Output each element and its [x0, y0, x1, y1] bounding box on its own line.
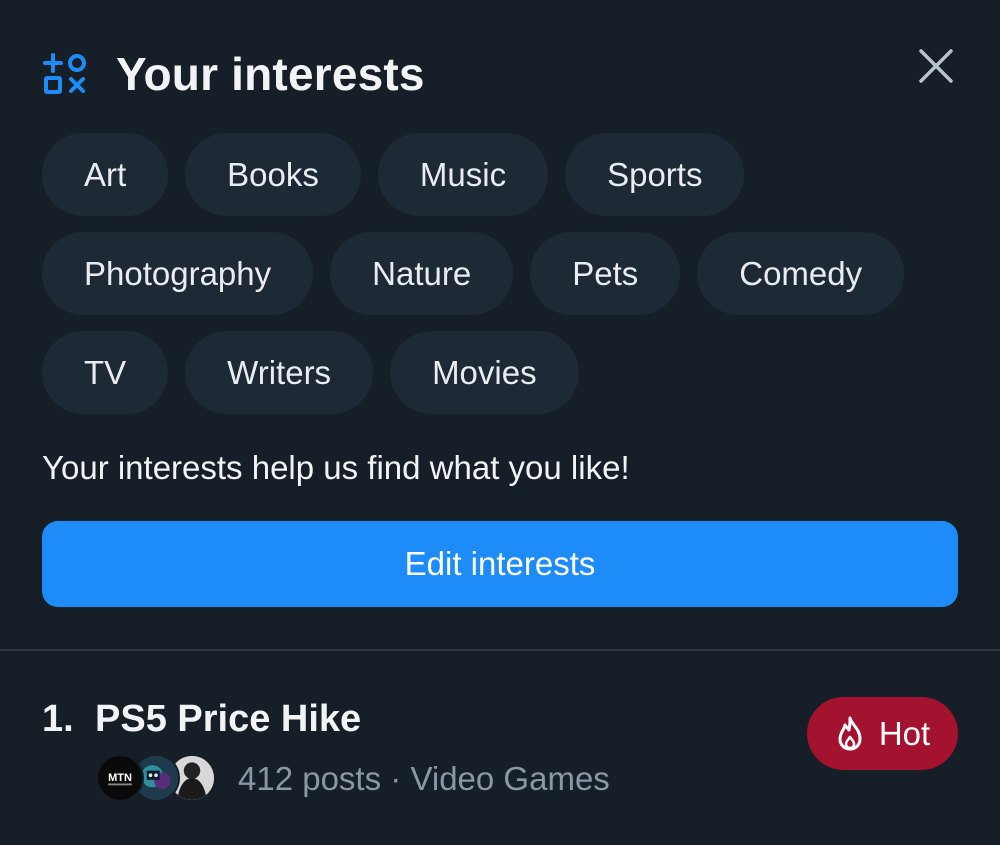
- post-count: 412 posts: [238, 760, 382, 797]
- chip-sports[interactable]: Sports: [565, 133, 745, 216]
- chip-art[interactable]: Art: [42, 133, 169, 216]
- chip-books[interactable]: Books: [185, 133, 361, 216]
- trend-category[interactable]: Video Games: [410, 760, 609, 797]
- mtn-logo-icon: MTN: [99, 757, 141, 799]
- interests-panel: Your interests Art Books Music Sports Ph…: [0, 0, 1000, 650]
- trend-meta: 412 posts · Video Games: [238, 757, 610, 801]
- hot-badge: Hot: [807, 697, 958, 770]
- chip-movies[interactable]: Movies: [390, 331, 579, 414]
- chip-row: Art Books Music Sports: [42, 133, 972, 216]
- page-title: Your interests: [116, 48, 425, 100]
- trend-title[interactable]: PS5 Price Hike: [95, 697, 361, 741]
- edit-interests-button[interactable]: Edit interests: [42, 521, 958, 607]
- chip-nature[interactable]: Nature: [330, 232, 514, 315]
- trending-item[interactable]: 1. PS5 Price Hike MTN 412 posts · Video …: [0, 651, 1000, 845]
- shapes-icon: [43, 53, 86, 94]
- flame-icon: [838, 716, 862, 750]
- chip-tv[interactable]: TV: [42, 331, 169, 414]
- interests-header: Your interests: [42, 44, 958, 104]
- chip-comedy[interactable]: Comedy: [697, 232, 905, 315]
- avatar-stack: MTN: [96, 754, 216, 802]
- close-icon[interactable]: [916, 46, 956, 86]
- chip-music[interactable]: Music: [377, 133, 549, 216]
- trend-rank: 1.: [42, 698, 74, 740]
- hot-badge-label: Hot: [878, 714, 931, 752]
- meta-separator: ·: [390, 760, 402, 797]
- chip-row: Photography Nature Pets Comedy: [42, 232, 972, 315]
- interest-chips: Art Books Music Sports Photography Natur…: [42, 133, 972, 430]
- svg-text:MTN: MTN: [108, 772, 132, 784]
- chip-writers[interactable]: Writers: [185, 331, 374, 414]
- chip-row: TV Writers Movies: [42, 331, 972, 414]
- chip-pets[interactable]: Pets: [530, 232, 681, 315]
- interests-hint: Your interests help us find what you lik…: [42, 449, 630, 486]
- chip-photography[interactable]: Photography: [42, 232, 314, 315]
- avatar: MTN: [96, 754, 144, 802]
